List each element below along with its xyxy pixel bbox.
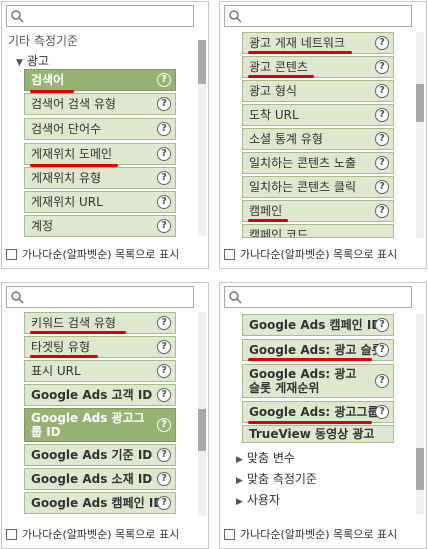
help-icon[interactable]: ?	[375, 343, 389, 357]
expanded-arrow-icon: ▼	[16, 58, 23, 68]
red-underline	[30, 355, 98, 358]
red-underline	[30, 331, 126, 334]
tree-group-custom-dimensions[interactable]: ▶ 맞춤 측정기준	[236, 470, 317, 487]
list-item[interactable]: TrueView 동영상 광고	[242, 425, 394, 443]
red-underline	[248, 51, 352, 54]
collapsed-arrow-icon: ▶	[236, 455, 243, 465]
scrollbar-track[interactable]	[416, 32, 424, 238]
tree-group-users[interactable]: ▶ 사용자	[236, 491, 280, 508]
search-icon	[229, 10, 242, 23]
alphabetical-toggle[interactable]: 가나다순(알파벳순) 목록으로 표시	[224, 526, 397, 542]
list-item[interactable]: Google Ads: 광고그룹?	[242, 401, 394, 423]
list-item[interactable]: 검색어 단어수?	[24, 118, 176, 140]
tree-group-label: 맞춤 측정기준	[246, 472, 317, 486]
help-icon[interactable]: ?	[375, 108, 389, 122]
scrollbar-thumb[interactable]	[416, 84, 424, 122]
tree-group-label: 맞춤 변수	[246, 451, 295, 465]
red-underline	[30, 164, 118, 167]
list-item[interactable]: Google Ads 고객 ID?	[24, 384, 176, 406]
list-item[interactable]: 검색어 검색 유형?	[24, 93, 176, 115]
collapsed-arrow-icon: ▶	[236, 497, 243, 507]
list-item[interactable]: 일치하는 콘텐츠 클릭?	[242, 176, 394, 198]
dimension-picker-panel-3: 키워드 검색 유형? 타겟팅 유형? 표시 URL? Google Ads 고객…	[1, 282, 209, 549]
collapsed-arrow-icon: ▶	[236, 476, 243, 486]
scrollbar-thumb[interactable]	[198, 40, 206, 84]
list-item[interactable]: 계정?	[24, 215, 176, 237]
list-item[interactable]: 소셜 통계 유형?	[242, 128, 394, 150]
tree-group-custom-variables[interactable]: ▶ 맞춤 변수	[236, 449, 295, 466]
search-icon	[229, 291, 242, 304]
list-item-selected[interactable]: Google Ads 광고그룹 ID?	[24, 408, 176, 442]
help-icon[interactable]: ?	[375, 180, 389, 194]
checkbox[interactable]	[6, 248, 17, 260]
search-input[interactable]	[224, 5, 412, 27]
tree-group-label: 광고	[26, 54, 50, 68]
checkbox[interactable]	[224, 528, 235, 540]
search-icon	[11, 291, 24, 304]
help-icon[interactable]: ?	[375, 318, 389, 332]
help-icon[interactable]: ?	[375, 84, 389, 98]
list-item[interactable]: Google Ads: 광고 슬롯 게재순위?	[242, 364, 394, 398]
list-item[interactable]: Google Ads 기준 ID?	[24, 444, 176, 466]
alphabetical-toggle[interactable]: 가나다순(알파벳순) 목록으로 표시	[6, 526, 179, 542]
red-underline	[248, 358, 372, 361]
help-icon[interactable]: ?	[157, 364, 171, 378]
list-item[interactable]: 검색어?	[24, 69, 176, 91]
search-input[interactable]	[224, 286, 412, 308]
dimension-picker-panel-4: Google Ads 캠페인 ID? Google Ads: 광고 슬롯? Go…	[219, 282, 427, 549]
help-icon[interactable]: ?	[375, 204, 389, 218]
checkbox[interactable]	[224, 248, 235, 260]
help-icon[interactable]: ?	[157, 97, 171, 111]
help-icon[interactable]: ?	[157, 147, 171, 161]
help-icon[interactable]: ?	[157, 195, 171, 209]
list-item[interactable]: 게재위치 도메인?	[24, 143, 176, 165]
help-icon[interactable]: ?	[157, 122, 171, 136]
red-underline	[30, 90, 74, 93]
list-item[interactable]: 표시 URL?	[24, 360, 176, 382]
search-icon	[11, 10, 24, 23]
red-underline	[248, 219, 288, 222]
help-icon[interactable]: ?	[375, 405, 389, 419]
help-icon[interactable]: ?	[375, 156, 389, 170]
scrollbar-thumb[interactable]	[198, 409, 206, 451]
scrollbar-thumb[interactable]	[416, 448, 424, 490]
list-item[interactable]: 도착 URL?	[242, 104, 394, 126]
list-item[interactable]: Google Ads 캠페인 ID?	[242, 314, 394, 336]
red-underline	[248, 75, 314, 78]
checkbox[interactable]	[6, 528, 17, 540]
help-icon[interactable]: ?	[157, 171, 171, 185]
list-item[interactable]: 일치하는 콘텐츠 노출?	[242, 152, 394, 174]
help-icon[interactable]: ?	[375, 36, 389, 50]
help-icon[interactable]: ?	[157, 73, 171, 87]
help-icon[interactable]: ?	[375, 60, 389, 74]
list-item[interactable]: 게재위치 URL?	[24, 191, 176, 213]
search-input[interactable]	[6, 5, 194, 27]
help-icon[interactable]: ?	[157, 316, 171, 330]
search-input[interactable]	[6, 286, 194, 308]
list-item[interactable]: 게재위치 유형?	[24, 167, 176, 189]
list-item[interactable]: Google Ads 캠페인 ID?	[24, 492, 176, 514]
list-item[interactable]: 캠페인 코드	[242, 224, 394, 238]
help-icon[interactable]: ?	[157, 219, 171, 233]
list-item[interactable]: Google Ads 소재 ID?	[24, 468, 176, 490]
tree-group-ads[interactable]: ▼ 광고	[16, 52, 49, 69]
tree-group-label: 사용자	[246, 493, 281, 507]
category-header: 기타 측정기준	[8, 34, 79, 48]
list-item[interactable]: 광고 형식?	[242, 80, 394, 102]
help-icon[interactable]: ?	[375, 132, 389, 146]
help-icon[interactable]: ?	[157, 340, 171, 354]
alphabetical-toggle[interactable]: 가나다순(알파벳순) 목록으로 표시	[6, 246, 179, 262]
alphabetical-toggle[interactable]: 가나다순(알파벳순) 목록으로 표시	[224, 246, 397, 262]
dimension-picker-panel-2: 광고 게재 네트워크? 광고 콘텐츠? 광고 형식? 도착 URL? 소셜 통계…	[219, 1, 427, 269]
red-underline	[248, 421, 372, 424]
help-icon[interactable]: ?	[157, 388, 171, 402]
help-icon[interactable]: ?	[157, 418, 171, 432]
dimension-picker-panel-1: 기타 측정기준 ▼ 광고 검색어? 검색어 검색 유형? 검색어 단어수? 게재위…	[1, 1, 209, 269]
help-icon[interactable]: ?	[157, 448, 171, 462]
help-icon[interactable]: ?	[375, 374, 389, 388]
help-icon[interactable]: ?	[157, 496, 171, 510]
help-icon[interactable]: ?	[157, 472, 171, 486]
